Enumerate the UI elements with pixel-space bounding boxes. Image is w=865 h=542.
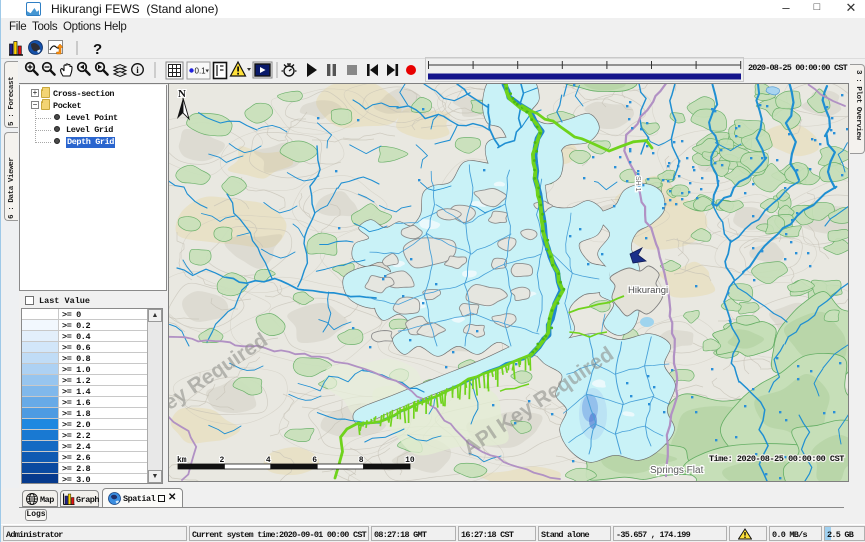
svg-text:Time: 2020-08-25 00:00:00 CST: Time: 2020-08-25 00:00:00 CST [709, 454, 844, 464]
svg-text:i: i [136, 65, 139, 75]
svg-text:SH 1: SH 1 [634, 176, 641, 192]
svg-text:Hikurangi: Hikurangi [628, 285, 668, 296]
svg-text:Springs Flat: Springs Flat [650, 465, 704, 476]
svg-text:0.1: 0.1 [195, 67, 207, 76]
svg-text:?: ? [93, 41, 102, 58]
svg-text:N: N [178, 88, 186, 100]
